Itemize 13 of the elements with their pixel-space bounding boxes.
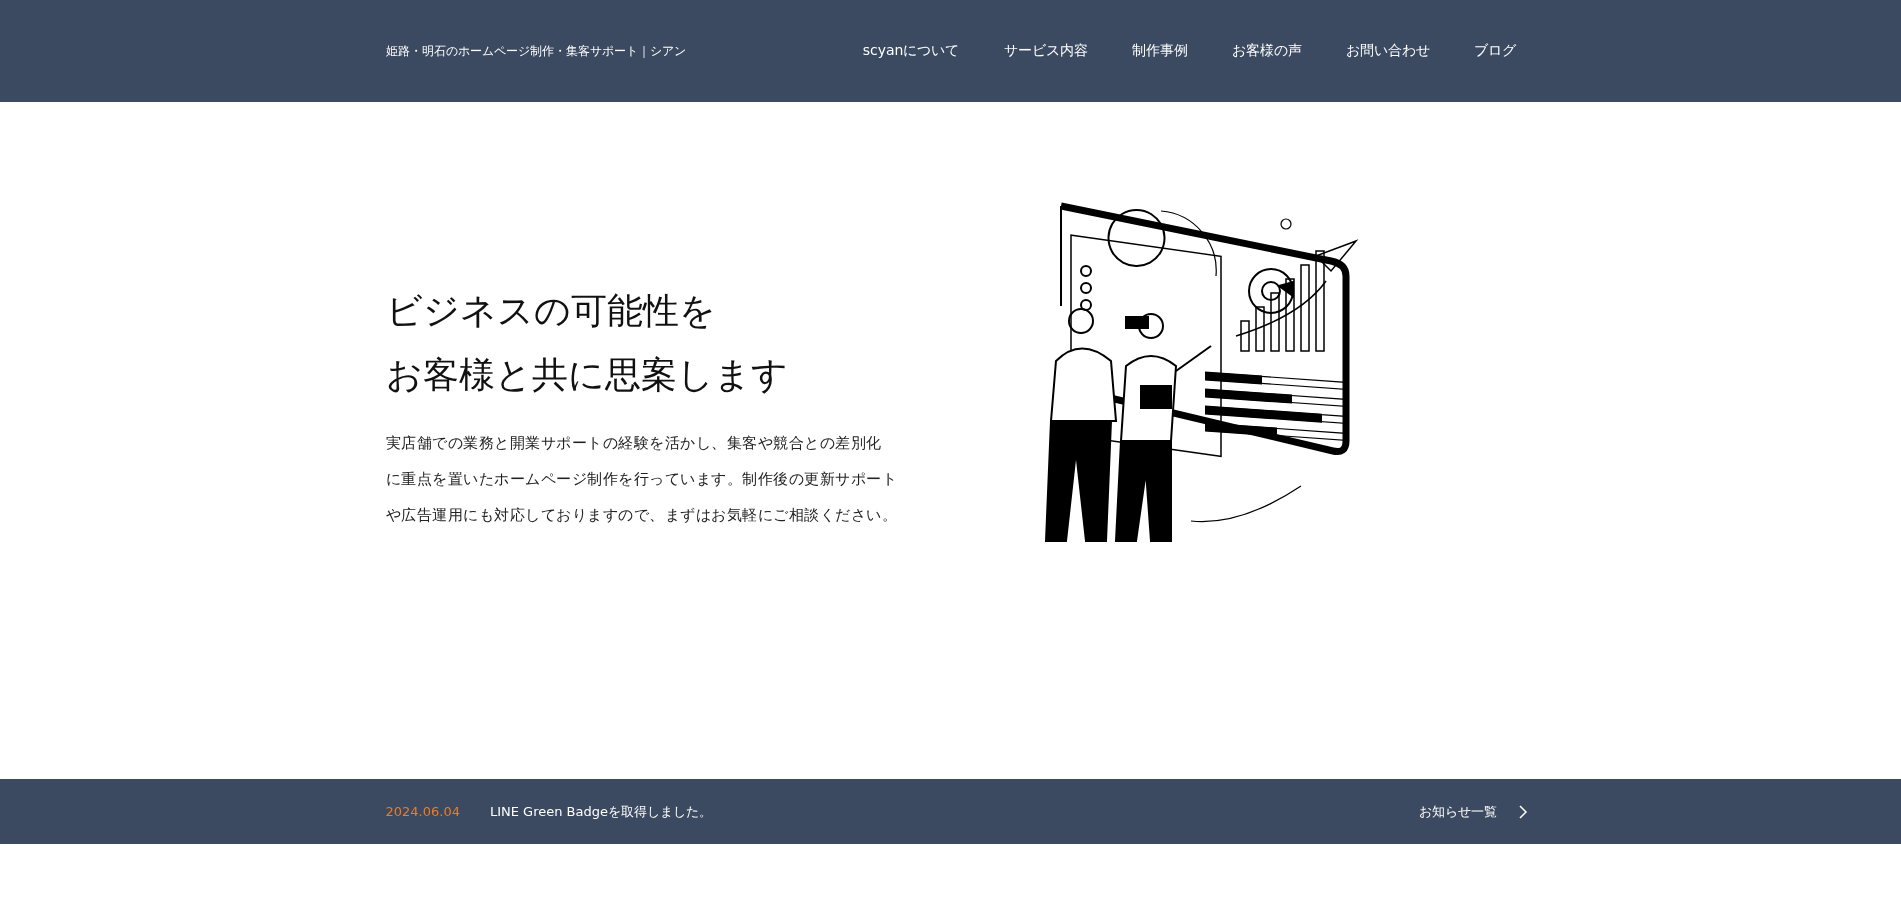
- news-list-link[interactable]: お知らせ一覧: [1418, 802, 1528, 821]
- news-title[interactable]: LINE Green Badgeを取得しました。: [489, 802, 712, 821]
- news-date: 2024.06.04: [385, 804, 460, 819]
- nav-link[interactable]: scyanについて: [862, 42, 960, 60]
- nav-link[interactable]: お問い合わせ: [1345, 42, 1430, 60]
- chevron-right-icon: [1518, 804, 1528, 819]
- nav-link[interactable]: 制作事例: [1131, 42, 1188, 60]
- nav-link[interactable]: お客様の声: [1231, 42, 1302, 60]
- hero-heading: ビジネスの可能性を お客様と共に思案します: [385, 288, 789, 397]
- nav-link[interactable]: サービス内容: [1003, 42, 1088, 60]
- nav-link[interactable]: ブログ: [1473, 42, 1516, 60]
- site-title: 姫路・明石のホームページ制作・集客サポート｜シアン: [385, 42, 686, 60]
- hero-description: 実店舗での業務と開業サポートの経験を活かし、集客や競合との差別化 に重点を置いたホームページ制作を行っています。制作後の更新サポート や広告運用にも対応しておりますので、まずはお気軽にご相談ください。: [385, 432, 897, 526]
